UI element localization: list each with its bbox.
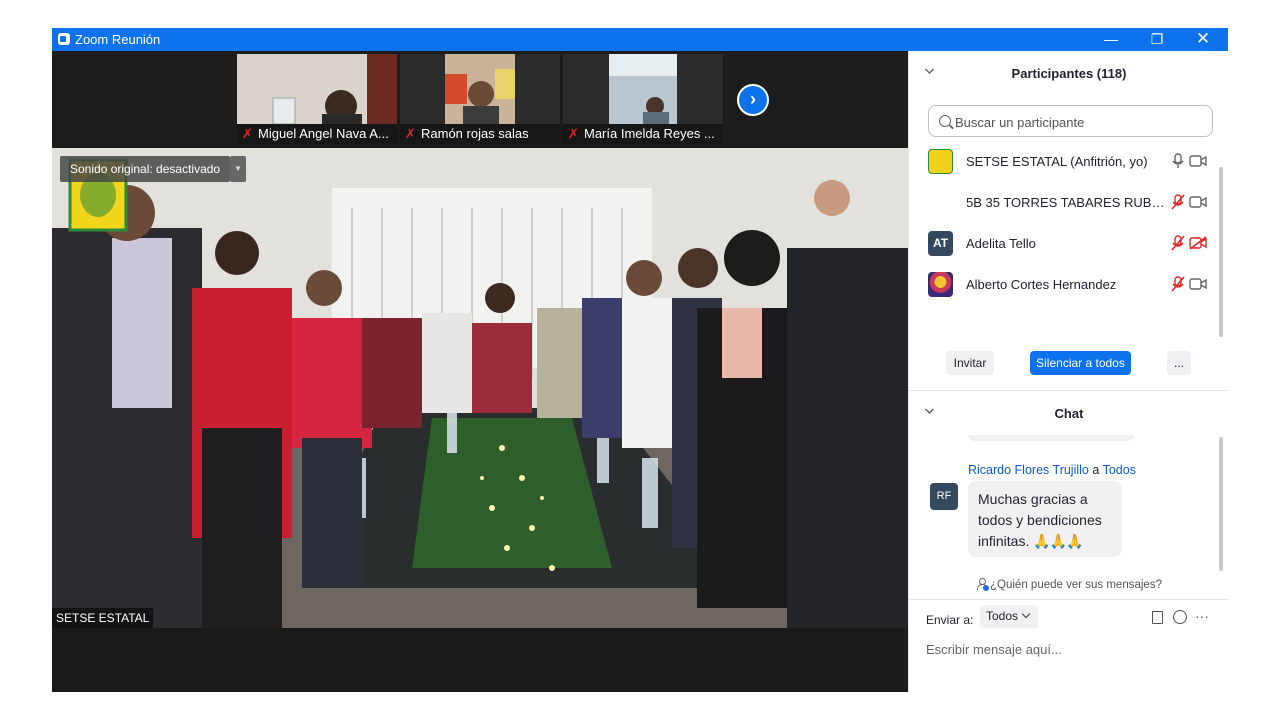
previous-message-bubble [967, 435, 1135, 441]
side-panel: Participantes (118) SETSE ESTATAL (Anfit… [908, 51, 1229, 692]
chat-scrollbar[interactable] [1219, 437, 1223, 571]
participant-search[interactable] [928, 105, 1213, 137]
participants-title: Participantes (118) [1011, 66, 1127, 81]
participant-thumbnail[interactable]: ✗ Ramón rojas salas [400, 54, 560, 144]
participant-thumbnail[interactable]: ✗ Miguel Angel Nava A... [237, 54, 397, 144]
person-icon [976, 578, 990, 591]
participant-row[interactable]: Alberto Cortes Hernandez [909, 264, 1221, 305]
participant-actions: Invitar Silenciar a todos ... [909, 351, 1229, 381]
file-icon[interactable] [1152, 611, 1163, 624]
video-area: ✗ Miguel Angel Nava A... ✗ Ramón rojas sal… [52, 51, 908, 692]
meeting-room-scene [52, 148, 908, 628]
emoji-icon[interactable] [1173, 610, 1187, 624]
participant-thumbnail[interactable]: ✗ María Imelda Reyes ... [563, 54, 723, 144]
participant-row[interactable]: SETSE ESTATAL (Anfitrión, yo) [909, 141, 1221, 182]
thumbnail-name: ✗ Miguel Angel Nava A... [237, 124, 397, 144]
mic-muted-icon: ✗ [568, 126, 579, 141]
search-icon [939, 115, 951, 127]
participant-list: SETSE ESTATAL (Anfitrión, yo) 5B 35 TORR… [909, 141, 1229, 306]
zoom-app-icon [58, 33, 70, 45]
video-camera-icon[interactable] [1189, 154, 1207, 168]
avatar [928, 272, 953, 297]
restore-button[interactable]: ❐ [1134, 28, 1180, 51]
send-to-select[interactable]: Todos [980, 605, 1038, 628]
praying-hands-emoji: 🙏🙏🙏 [1033, 533, 1083, 549]
participant-name: Alberto Cortes Hernandez [966, 277, 1117, 292]
video-off-icon[interactable] [1189, 236, 1207, 250]
message-bubble: Muchas gracias a todos y bendiciones inf… [968, 481, 1122, 557]
original-sound-toggle[interactable]: Sonido original: desactivado [60, 156, 231, 182]
avatar [928, 149, 953, 174]
panel-divider [909, 599, 1229, 600]
mic-icon[interactable] [1171, 153, 1185, 169]
participant-search-input[interactable] [955, 112, 1205, 132]
chat-header: Chat [909, 391, 1229, 435]
mic-muted-icon[interactable] [1171, 235, 1185, 251]
video-camera-icon[interactable] [1189, 195, 1207, 209]
who-can-see-link[interactable]: ¿Quién puede ver sus mensajes? [909, 578, 1229, 591]
participant-name: 5B 35 TORRES TABARES RUBEN ... [966, 195, 1166, 210]
chat-title: Chat [1054, 406, 1084, 421]
avatar: AT [928, 231, 953, 256]
message-sender: Ricardo Flores Trujillo a Todos [968, 463, 1136, 477]
send-to-label: Enviar a: [926, 613, 974, 627]
participant-name: Adelita Tello [966, 236, 1036, 251]
chat-messages: Ricardo Flores Trujillo a Todos RF Mucha… [909, 435, 1229, 575]
video-camera-icon[interactable] [1189, 277, 1207, 291]
participant-row[interactable]: AT Adelita Tello [909, 223, 1221, 264]
participant-row[interactable]: 5B 35 TORRES TABARES RUBEN ... [909, 182, 1221, 223]
avatar: RF [930, 483, 958, 510]
original-sound-dropdown-icon[interactable]: ▼ [230, 156, 246, 182]
window-title: Zoom Reunión [75, 32, 161, 47]
mic-muted-icon: ✗ [242, 126, 253, 141]
active-speaker-video: Sonido original: desactivado ▼ SETSE EST… [52, 148, 908, 628]
participants-header: Participantes (118) [909, 51, 1229, 95]
close-button[interactable]: ✕ [1180, 28, 1226, 51]
video-bottom-area [52, 628, 908, 692]
mic-muted-icon[interactable] [1171, 194, 1185, 210]
invite-button[interactable]: Invitar [946, 351, 994, 375]
next-page-button[interactable]: › [737, 84, 769, 116]
mic-muted-icon: ✗ [405, 126, 416, 141]
chat-message-input[interactable] [926, 638, 1216, 660]
participant-video [445, 54, 515, 124]
more-options-button[interactable]: ... [1167, 351, 1191, 375]
participant-video [609, 54, 677, 124]
more-chat-options-icon[interactable]: ··· [1195, 608, 1209, 624]
title-bar: Zoom Reunión — ❐ ✕ [52, 28, 1228, 51]
mute-all-button[interactable]: Silenciar a todos [1030, 351, 1131, 375]
mic-muted-icon[interactable] [1171, 276, 1185, 292]
participant-video [237, 54, 397, 124]
speaker-name-label: SETSE ESTATAL [52, 608, 154, 628]
chevron-down-icon [1021, 609, 1031, 619]
zoom-window: Zoom Reunión — ❐ ✕ ✗ Miguel Angel Nava A.… [52, 28, 1229, 692]
minimize-button[interactable]: — [1088, 28, 1134, 51]
participants-scrollbar[interactable] [1219, 167, 1223, 337]
participant-name: SETSE ESTATAL (Anfitrión, yo) [966, 154, 1148, 169]
thumbnail-name: ✗ Ramón rojas salas [400, 124, 560, 144]
thumbnail-name: ✗ María Imelda Reyes ... [563, 124, 723, 144]
thumbnail-strip: ✗ Miguel Angel Nava A... ✗ Ramón rojas sal… [52, 51, 908, 147]
